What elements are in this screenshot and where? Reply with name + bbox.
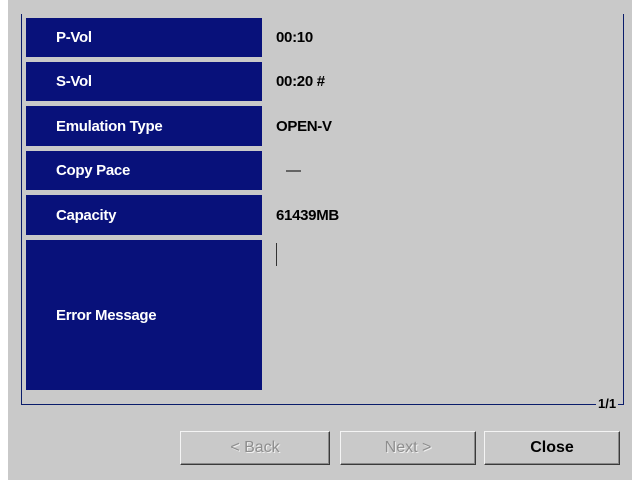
dialog-window: P-Vol 00:10 S-Vol 00:20 # Emulation Type…: [8, 0, 632, 480]
capacity-value: 61439MB: [276, 206, 339, 224]
copy-pace-label: Copy Pace: [26, 151, 262, 190]
p-vol-value: 00:10: [276, 29, 313, 46]
page-indicator: 1/1: [596, 396, 619, 411]
close-button[interactable]: Close: [484, 431, 620, 465]
back-button[interactable]: < Back: [180, 431, 330, 465]
error-message-label: Error Message: [26, 240, 262, 390]
emulation-type-value: OPEN-V: [276, 117, 332, 135]
emulation-type-label: Emulation Type: [26, 106, 262, 146]
s-vol-label: S-Vol: [26, 62, 262, 101]
capacity-label: Capacity: [26, 195, 262, 235]
p-vol-label: P-Vol: [26, 18, 262, 57]
copy-pace-value: —: [286, 162, 301, 179]
text-cursor: [276, 243, 277, 266]
next-button[interactable]: Next >: [340, 431, 476, 465]
s-vol-value: 00:20 #: [276, 73, 325, 90]
